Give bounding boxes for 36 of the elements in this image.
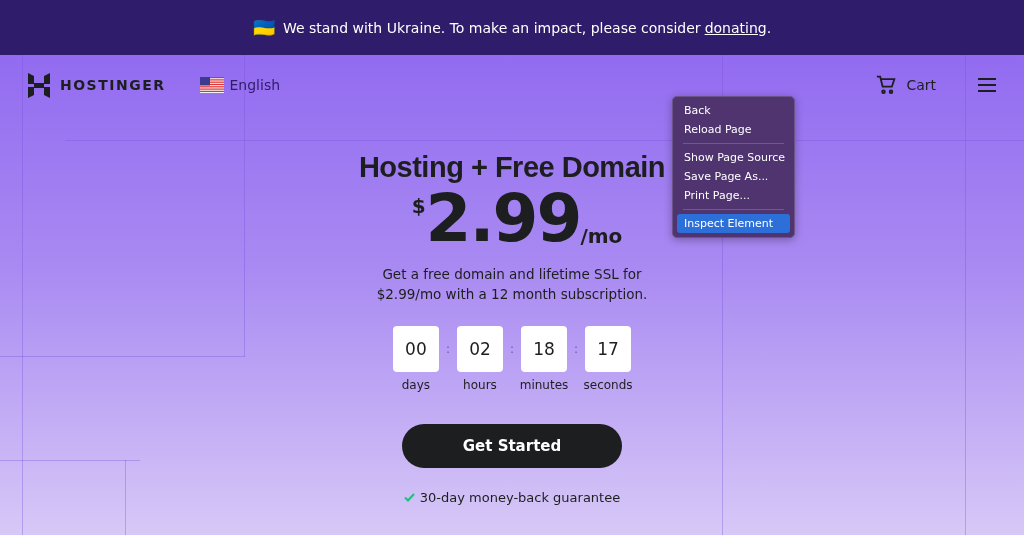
price-period: /mo (580, 224, 623, 248)
menu-item[interactable]: Save Page As... (677, 167, 790, 186)
banner-period: . (766, 19, 772, 36)
menu-item[interactable]: Reload Page (677, 120, 790, 139)
hero-title: Hosting + Free Domain (358, 151, 666, 184)
countdown-unit: days (401, 378, 431, 392)
countdown-separator: : (509, 342, 514, 356)
countdown-value: 17 (585, 326, 632, 372)
donating-link[interactable]: donating (704, 19, 767, 36)
countdown-value: 00 (392, 326, 439, 372)
logo-icon[interactable] (28, 72, 50, 98)
get-started-button[interactable]: Get Started (402, 424, 622, 468)
currency-symbol: $ (411, 194, 426, 218)
menu-item[interactable]: Back (677, 101, 790, 120)
countdown-unit: hours (463, 378, 497, 392)
offer-description: Get a free domain and lifetime SSL for $2.99/mo with a 12 month subscription. (375, 265, 649, 304)
menu-item[interactable]: Show Page Source (677, 148, 790, 167)
price: 2.99 (425, 186, 581, 252)
language-selector[interactable]: English (199, 77, 281, 93)
countdown-unit: minutes (519, 378, 569, 392)
ukraine-flag-icon: 🇺🇦 (252, 17, 275, 38)
countdown-value: 02 (456, 326, 503, 372)
countdown-unit: seconds (583, 378, 633, 392)
check-icon (403, 493, 415, 502)
banner-text: We stand with Ukraine. To make an impact, please consider (282, 19, 701, 36)
cart-button[interactable]: Cart (876, 75, 936, 95)
logo-text: HOSTINGER (60, 77, 166, 93)
menu-icon[interactable] (978, 78, 996, 92)
countdown-value: 18 (521, 326, 567, 372)
cart-icon (876, 75, 897, 95)
countdown-separator: : (574, 342, 579, 356)
countdown-separator: : (445, 342, 450, 356)
us-flag-icon (199, 77, 224, 93)
menu-item[interactable]: Print Page... (677, 186, 790, 205)
menu-item[interactable]: Inspect Element (677, 214, 790, 233)
guarantee-text: 30-day money-back guarantee (419, 490, 621, 505)
